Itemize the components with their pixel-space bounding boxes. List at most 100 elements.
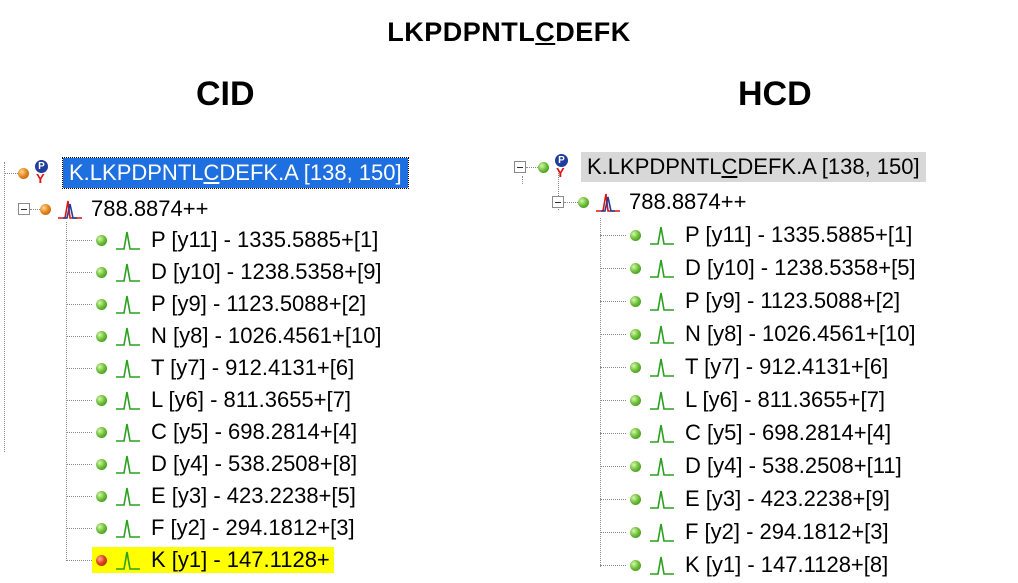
fragment-ion-label: D [y10] - 1238.5358+[5]: [685, 255, 916, 280]
fragment-ion-row[interactable]: P [y9] - 1123.5088+[2]: [600, 286, 904, 316]
green-sphere-icon: [96, 394, 107, 406]
fragment-ion-row[interactable]: D [y10] - 1238.5358+[5]: [600, 253, 920, 283]
tree-connector: [600, 333, 626, 335]
fragment-ion-label: N [y8] - 1026.4561+[10]: [685, 321, 916, 346]
spectrum-peak-icon: [116, 327, 140, 346]
tree-guide-line: [4, 162, 5, 452]
fragment-ion-row[interactable]: D [y10] - 1238.5358+[9]: [66, 257, 386, 287]
green-sphere-icon: [630, 559, 641, 571]
peptide-prefix: K.LKPDPNTL: [69, 160, 204, 185]
cid-tree-panel: PY K.LKPDPNTLCDEFK.A [138, 150] 788.8874…: [0, 140, 500, 583]
precursor-node[interactable]: 788.8874++: [18, 194, 208, 224]
py-modification-icon: PY: [33, 160, 49, 186]
tree-connector: [66, 495, 92, 497]
spectrum-peak-icon: [650, 226, 674, 245]
spectrum-peak-icon: [650, 523, 674, 542]
peptide-node[interactable]: PY K.LKPDPNTLCDEFK.A [138, 150]: [4, 157, 409, 189]
peptide-suffix: DEFK.A [138, 150]: [737, 154, 920, 179]
green-sphere-icon: [630, 262, 641, 274]
title-prefix: LKPDPNTL: [387, 17, 536, 47]
spectrum-peak-icon: [650, 259, 674, 278]
green-sphere-icon: [96, 234, 107, 246]
precursor-mz: 788.8874++: [629, 189, 747, 214]
precursor-node[interactable]: 788.8874++: [552, 187, 746, 217]
tree-connector: [66, 271, 92, 273]
tree-connector: [600, 564, 626, 566]
fragment-ion-row[interactable]: P [y11] - 1335.5885+[1]: [66, 225, 382, 255]
fragment-ion-label: T [y7] - 912.4131+[6]: [151, 355, 355, 380]
fragment-ion-row[interactable]: N [y8] - 1026.4561+[10]: [66, 321, 386, 351]
fragment-ion-row[interactable]: E [y3] - 423.2238+[5]: [66, 481, 360, 511]
fragment-ion-label: C [y5] - 698.2814+[4]: [151, 419, 358, 444]
hcd-heading: HCD: [738, 75, 812, 113]
fragment-content: E [y3] - 423.2238+[9]: [626, 486, 894, 512]
orange-sphere-icon: [18, 167, 29, 179]
peptide-label-inactive-selection[interactable]: K.LKPDPNTLCDEFK.A [138, 150]: [581, 152, 926, 182]
spectrum-peak-icon: [58, 200, 82, 219]
peptide-label-selected[interactable]: K.LKPDPNTLCDEFK.A [138, 150]: [62, 157, 409, 189]
fragment-ion-row[interactable]: P [y11] - 1335.5885+[1]: [600, 220, 916, 250]
fragment-ion-row[interactable]: T [y7] - 912.4131+[6]: [66, 353, 358, 383]
collapse-minus-icon[interactable]: [18, 203, 30, 215]
highlighted-fragment: K [y1] - 147.1128+: [92, 547, 334, 573]
tree-connector: [66, 367, 92, 369]
fragment-content: L [y6] - 811.3655+[7]: [92, 387, 355, 413]
title-suffix: DEFK: [555, 17, 631, 47]
fragment-ion-label: F [y2] - 294.1812+[3]: [685, 519, 889, 544]
fragment-ion-label: F [y2] - 294.1812+[3]: [151, 515, 355, 540]
fragment-ion-row[interactable]: F [y2] - 294.1812+[3]: [66, 513, 359, 543]
peptide-node[interactable]: PY K.LKPDPNTLCDEFK.A [138, 150]: [514, 152, 926, 182]
fragment-ion-label: K [y1] - 147.1128+: [151, 547, 330, 572]
fragment-ion-label: C [y5] - 698.2814+[4]: [685, 420, 892, 445]
fragment-content: D [y4] - 538.2508+[11]: [626, 453, 906, 479]
green-sphere-icon: [96, 266, 107, 278]
spectrum-peak-icon: [650, 292, 674, 311]
red-sphere-icon: [96, 554, 107, 566]
spectrum-peak-icon: [116, 487, 140, 506]
tree-connector: [600, 366, 626, 368]
fragment-ion-row[interactable]: D [y4] - 538.2508+[8]: [66, 449, 361, 479]
fragment-content: T [y7] - 912.4131+[6]: [92, 355, 358, 381]
fragment-ion-row[interactable]: N [y8] - 1026.4561+[10]: [600, 319, 920, 349]
spectrum-peak-icon: [116, 263, 140, 282]
fragment-ion-row[interactable]: T [y7] - 912.4131+[6]: [600, 352, 892, 382]
fragment-ion-row[interactable]: K [y1] - 147.1128+[8]: [600, 550, 892, 580]
fragment-ion-label: D [y4] - 538.2508+[11]: [685, 453, 902, 478]
fragment-ion-row[interactable]: E [y3] - 423.2238+[9]: [600, 484, 894, 514]
spectrum-peak-icon: [650, 358, 674, 377]
tree-connector: [600, 234, 626, 236]
spectrum-peak-icon: [650, 556, 674, 575]
fragment-ion-row[interactable]: F [y2] - 294.1812+[3]: [600, 517, 893, 547]
green-sphere-icon: [630, 493, 641, 505]
tree-connector: [600, 531, 626, 533]
fragment-ion-label: E [y3] - 423.2238+[9]: [685, 486, 890, 511]
fragment-ion-row[interactable]: C [y5] - 698.2814+[4]: [600, 418, 895, 448]
tree-connector: [600, 498, 626, 500]
tree-connector: [600, 267, 626, 269]
cid-heading: CID: [196, 75, 255, 113]
fragment-ion-row[interactable]: L [y6] - 811.3655+[7]: [66, 385, 355, 415]
green-sphere-icon: [538, 161, 549, 173]
collapse-minus-icon[interactable]: [552, 196, 564, 208]
fragment-ion-row[interactable]: P [y9] - 1123.5088+[2]: [66, 289, 370, 319]
py-modification-icon: PY: [553, 154, 569, 180]
spectrum-peak-icon: [116, 551, 140, 570]
fragment-ion-row[interactable]: L [y6] - 811.3655+[7]: [600, 385, 889, 415]
fragment-ion-row[interactable]: C [y5] - 698.2814+[4]: [66, 417, 361, 447]
tree-connector: [66, 303, 92, 305]
fragment-ion-label: K [y1] - 147.1128+[8]: [685, 552, 889, 577]
fragment-ion-label: P [y11] - 1335.5885+[1]: [151, 227, 379, 252]
green-sphere-icon: [630, 328, 641, 340]
fragment-content: P [y9] - 1123.5088+[2]: [92, 291, 370, 317]
fragment-ion-row[interactable]: D [y4] - 538.2508+[11]: [600, 451, 906, 481]
fragment-content: N [y8] - 1026.4561+[10]: [92, 323, 386, 349]
fragment-ion-label: P [y11] - 1335.5885+[1]: [685, 222, 913, 247]
peptide-suffix: DEFK.A [138, 150]: [219, 160, 402, 185]
spectrum-peak-icon: [116, 391, 140, 410]
title-underlined-residue: C: [535, 17, 556, 47]
fragment-ion-row[interactable]: K [y1] - 147.1128+: [66, 545, 334, 575]
hcd-tree-panel: PY K.LKPDPNTLCDEFK.A [138, 150] 788.8874…: [508, 140, 1008, 583]
spectrum-peak-icon: [650, 325, 674, 344]
collapse-minus-icon[interactable]: [514, 161, 526, 173]
spectrum-peak-icon: [650, 424, 674, 443]
